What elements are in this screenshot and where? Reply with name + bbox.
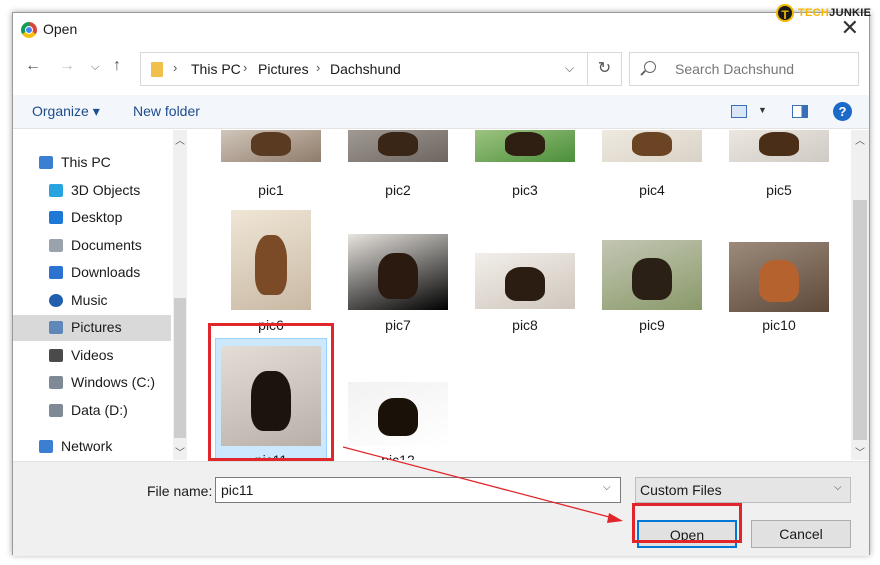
open-dialog: Open ✕ ← → ⌵ ↑ › This PC › Pictures › Da… <box>12 12 870 556</box>
techjunkie-logo: T TECHJUNKIE <box>776 4 871 22</box>
tj-wordmark: TECHJUNKIE <box>798 7 872 19</box>
annotation-arrow <box>342 446 623 523</box>
tj-badge: T <box>776 4 794 22</box>
